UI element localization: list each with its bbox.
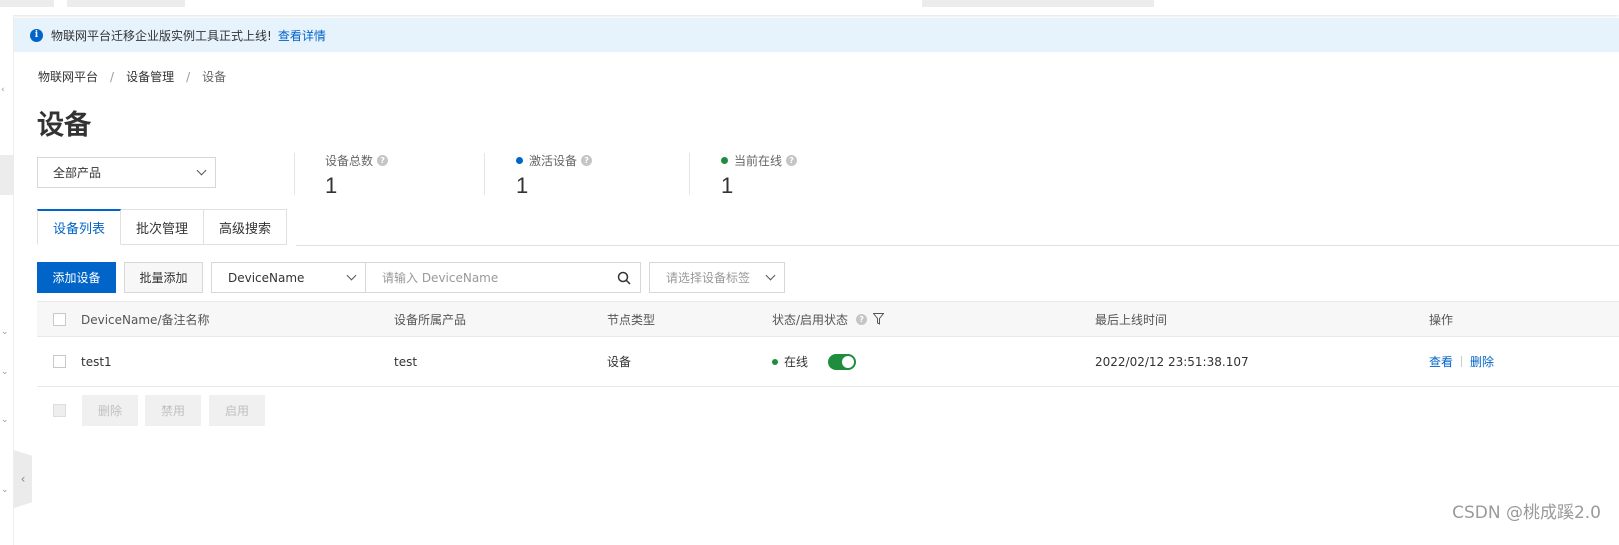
tab-advanced-search[interactable]: 高级搜索 [204, 209, 288, 245]
watermark: CSDN @桃成蹊2.0 [1452, 503, 1601, 523]
device-status: 在线 [772, 337, 857, 386]
top-navbar [0, 0, 1619, 15]
column-header: DeviceName/备注名称 [81, 312, 210, 327]
stat-total-devices: 设备总数 ? 1 [325, 152, 389, 199]
status-dot-icon [516, 157, 523, 164]
tab-bar: 设备列表 批次管理 高级搜索 [37, 209, 288, 245]
table-row: test1 test 设备 在线 2022/02/12 23:51:38.107… [37, 337, 1619, 387]
table-header: DeviceName/备注名称 设备所属产品 节点类型 状态/启用状态 ? 最后… [37, 301, 1619, 337]
breadcrumb-item-current: 设备 [202, 70, 227, 84]
stat-value: 1 [721, 173, 734, 198]
chevron-icon[interactable]: ⌄ [1, 485, 9, 495]
stat-label: 设备总数 [325, 154, 374, 168]
status-dot-icon [772, 358, 778, 365]
toggle-knob [842, 355, 855, 368]
chevron-icon[interactable]: ⌄ [1, 415, 9, 425]
enable-toggle[interactable] [828, 353, 857, 370]
chevron-up-icon[interactable]: ‹ [1, 85, 5, 95]
view-link[interactable]: 查看 [1429, 353, 1453, 370]
column-header: 最后上线时间 [1095, 312, 1168, 327]
help-icon[interactable]: ? [377, 155, 389, 166]
top-nav-stub[interactable] [67, 0, 185, 7]
info-icon: i [30, 28, 43, 42]
device-tag-placeholder: 请选择设备标签 [666, 271, 751, 285]
chevron-down-icon [765, 270, 776, 281]
filter-icon[interactable] [873, 313, 885, 325]
breadcrumb: 物联网平台 / 设备管理 / 设备 [38, 68, 226, 85]
stat-label: 当前在线 [734, 154, 783, 168]
tab-divider [296, 245, 1619, 246]
stat-label: 激活设备 [529, 154, 578, 168]
search-box [365, 262, 641, 293]
stat-value: 1 [325, 173, 338, 198]
status-dot-icon [721, 157, 728, 164]
chevron-down-icon [346, 270, 357, 281]
batch-disable-button[interactable]: 禁用 [145, 395, 201, 426]
sidebar-toggle-button[interactable]: ‹ [14, 450, 32, 508]
column-header: 操作 [1429, 312, 1454, 327]
last-online-time: 2022/02/12 23:51:38.107 [1095, 354, 1249, 369]
stat-activated-devices: 激活设备 ? 1 [516, 152, 593, 199]
stat-online-devices: 当前在线 ? 1 [721, 152, 798, 199]
stat-divider [484, 153, 485, 195]
help-icon[interactable]: ? [581, 155, 593, 166]
device-product: test [394, 354, 418, 369]
node-type: 设备 [607, 355, 632, 369]
action-separator [1461, 356, 1463, 367]
batch-delete-button[interactable]: 删除 [82, 395, 138, 426]
breadcrumb-item-iot-platform[interactable]: 物联网平台 [38, 68, 98, 85]
product-select-value: 全部产品 [53, 166, 102, 180]
row-checkbox[interactable] [53, 355, 66, 368]
stat-divider [294, 153, 295, 195]
search-field-value: DeviceName [228, 270, 305, 285]
device-name: test1 [81, 354, 112, 369]
row-actions: 查看 删除 [1429, 337, 1494, 386]
add-device-button[interactable]: 添加设备 [37, 262, 116, 293]
search-field-select[interactable]: DeviceName [211, 262, 366, 293]
help-icon[interactable]: ? [856, 313, 868, 325]
stat-divider [689, 153, 690, 195]
breadcrumb-item-device-management[interactable]: 设备管理 [126, 68, 174, 85]
page-title: 设备 [37, 110, 91, 141]
top-nav-stub[interactable] [0, 0, 54, 7]
status-text: 在线 [784, 355, 809, 369]
product-select[interactable]: 全部产品 [37, 157, 216, 188]
column-header: 状态/启用状态 [772, 312, 849, 327]
stat-value: 1 [516, 173, 529, 198]
search-input[interactable] [382, 270, 602, 285]
help-icon[interactable]: ? [786, 155, 798, 166]
notice-text: 物联网平台迁移企业版实例工具正式上线! [51, 28, 272, 43]
tab-device-list[interactable]: 设备列表 [37, 209, 122, 245]
batch-enable-button[interactable]: 启用 [209, 395, 265, 426]
left-sidebar-collapsed: ‹ ⌄ ⌄ ⌄ ⌄ [0, 15, 14, 545]
tab-batch-management[interactable]: 批次管理 [121, 209, 205, 245]
chevron-down-icon [196, 165, 207, 176]
chevron-icon[interactable]: ⌄ [1, 327, 9, 337]
top-search-stub[interactable] [922, 0, 1154, 7]
device-tag-select[interactable]: 请选择设备标签 [649, 262, 785, 293]
search-icon[interactable] [617, 271, 631, 285]
delete-link[interactable]: 删除 [1470, 353, 1494, 370]
batch-select-checkbox[interactable] [53, 404, 66, 417]
chevron-left-icon: ‹ [20, 472, 26, 486]
select-all-checkbox[interactable] [53, 312, 66, 326]
breadcrumb-separator: / [186, 69, 191, 84]
chevron-icon[interactable]: ⌄ [1, 367, 9, 377]
breadcrumb-separator: / [110, 69, 115, 84]
notice-detail-link[interactable]: 查看详情 [278, 27, 326, 44]
sidebar-active-indicator[interactable] [0, 155, 14, 195]
column-header: 设备所属产品 [394, 312, 467, 327]
batch-add-button[interactable]: 批量添加 [124, 262, 203, 293]
notice-banner: i 物联网平台迁移企业版实例工具正式上线! 查看详情 [14, 18, 1619, 52]
column-header: 节点类型 [607, 312, 656, 327]
column-header-status: 状态/启用状态 ? [772, 302, 885, 336]
